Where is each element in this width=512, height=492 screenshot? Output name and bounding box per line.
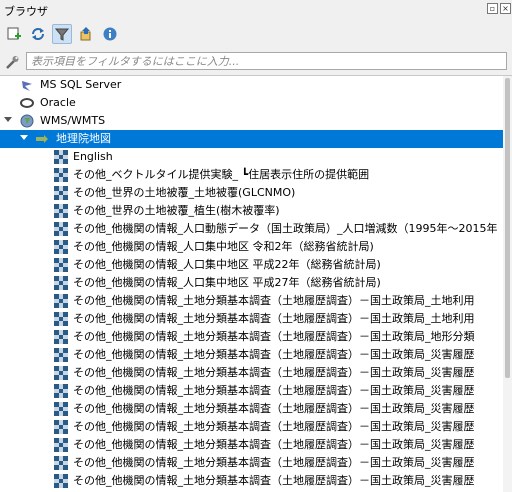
filter-row bbox=[0, 50, 512, 74]
properties-button[interactable] bbox=[100, 24, 120, 44]
funnel-icon bbox=[54, 28, 70, 41]
tree-layer-label: その他_世界の土地被覆_土地被覆(GLCNMO) bbox=[73, 186, 296, 199]
tree-layer-item[interactable]: その他_他機関の情報_土地分類基本調査（土地履歴調査）－国土政策局_地形分類 bbox=[0, 328, 503, 346]
tree-layer-label: その他_他機関の情報_土地分類基本調査（土地履歴調査）－国土政策局_土地利用 bbox=[73, 312, 475, 325]
tree-layer-item[interactable]: その他_他機関の情報_土地分類基本調査（土地履歴調査）－国土政策局_災害履歴 bbox=[0, 472, 503, 490]
tree-layer-label: その他_他機関の情報_人口集中地区 平成22年（総務省統計局) bbox=[73, 258, 381, 271]
tree-layer-item[interactable]: その他_他機関の情報_人口動態データ（国土政策局）_人口増減数（1995年〜20… bbox=[0, 220, 503, 238]
wms-layer-icon bbox=[54, 240, 68, 254]
wms-layer-icon bbox=[54, 384, 68, 398]
collapse-all-button[interactable] bbox=[76, 24, 96, 44]
tree-layer-label: その他_他機関の情報_人口動態データ（国土政策局）_人口増減数（1995年〜20… bbox=[73, 222, 498, 235]
tree-layer-item[interactable]: その他_他機関の情報_土地分類基本調査（土地履歴調査）－国土政策局_災害履歴 bbox=[0, 346, 503, 364]
tree-item-label: WMS/WMTS bbox=[40, 114, 106, 127]
tree-layer-item[interactable]: その他_ベクトルタイル提供実験_ ┗住居表示住所の提供範囲 bbox=[0, 166, 503, 184]
tree-layer-label: その他_他機関の情報_土地分類基本調査（土地履歴調査）－国土政策局_災害履歴 bbox=[73, 456, 475, 469]
tree-item-mssql[interactable]: MS SQL Server bbox=[0, 76, 503, 94]
tree-layer-label: その他_世界の土地被覆_植生(樹木被覆率) bbox=[73, 204, 280, 217]
scrollbar-thumb[interactable] bbox=[505, 78, 510, 378]
tree-layer-item[interactable]: その他_他機関の情報_土地分類基本調査（土地履歴調査）－国土政策局_土地利用 bbox=[0, 292, 503, 310]
wms-connection-icon bbox=[36, 135, 48, 143]
tree-layer-item[interactable]: その他_他機関の情報_人口集中地区 平成27年（総務省統計局) bbox=[0, 274, 503, 292]
tree-item-wms[interactable]: WMS/WMTS bbox=[0, 112, 503, 130]
expand-arrow-icon[interactable] bbox=[20, 135, 28, 140]
tree-layer-label: その他_他機関の情報_土地分類基本調査（土地履歴調査）－国土政策局_災害履歴 bbox=[73, 348, 475, 361]
tree-item-gsi-map[interactable]: 地理院地図 bbox=[0, 130, 503, 148]
wms-layer-icon bbox=[54, 186, 68, 200]
wms-layer-icon bbox=[54, 402, 68, 416]
tree-layer-label: その他_他機関の情報_土地分類基本調査（土地履歴調査）－国土政策局_土地利用 bbox=[73, 294, 475, 307]
float-panel-button[interactable]: ▫ bbox=[487, 3, 498, 14]
wms-globe-icon bbox=[20, 114, 34, 128]
tree-layer-label: その他_他機関の情報_人口集中地区 令和2年（総務省統計局) bbox=[73, 240, 374, 253]
wms-layer-icon bbox=[54, 456, 68, 470]
tree-item-label: Oracle bbox=[40, 96, 76, 109]
wms-layer-icon bbox=[54, 276, 68, 290]
wms-layer-icon bbox=[54, 474, 68, 488]
refresh-icon bbox=[32, 28, 44, 40]
info-icon bbox=[103, 27, 117, 41]
wrench-icon[interactable] bbox=[4, 54, 20, 70]
wms-layer-icon bbox=[54, 258, 68, 272]
tree-layer-item[interactable]: その他_他機関の情報_土地分類基本調査（土地履歴調査）－国土政策局_災害履歴 bbox=[0, 400, 503, 418]
tree-layer-label: その他_他機関の情報_土地分類基本調査（土地履歴調査）－国土政策局_災害履歴 bbox=[73, 384, 475, 397]
close-panel-button[interactable]: × bbox=[500, 3, 511, 14]
tree-item-oracle[interactable]: Oracle bbox=[0, 94, 503, 112]
tree-layer-item[interactable]: その他_他機関の情報_土地分類基本調査（土地履歴調査）－国土政策局_災害履歴 bbox=[0, 382, 503, 400]
tree-layer-item[interactable]: その他_他機関の情報_土地分類基本調査（土地履歴調査）－国土政策局_土地利用 bbox=[0, 310, 503, 328]
tree-layer-item[interactable]: その他_他機関の情報_人口集中地区 令和2年（総務省統計局) bbox=[0, 238, 503, 256]
vertical-scrollbar[interactable] bbox=[503, 76, 512, 492]
tree-layer-label: その他_他機関の情報_土地分類基本調査（土地履歴調査）－国土政策局_災害履歴 bbox=[73, 438, 475, 451]
tree-item-label: 地理院地図 bbox=[56, 132, 111, 145]
tree-layer-item[interactable]: その他_他機関の情報_土地分類基本調査（土地履歴調査）－国土政策局_災害履歴 bbox=[0, 418, 503, 436]
wms-layer-icon bbox=[54, 312, 68, 326]
browser-tree: MS SQL Server Oracle WMS/WMTS 地理院地図 Engl… bbox=[0, 75, 512, 492]
browser-filter-input[interactable] bbox=[26, 52, 507, 70]
wms-layer-icon bbox=[54, 330, 68, 344]
wms-layer-icon bbox=[54, 222, 68, 236]
mssql-icon bbox=[22, 81, 32, 91]
tree-layer-label: その他_他機関の情報_人口集中地区 平成27年（総務省統計局) bbox=[73, 276, 381, 289]
wms-layer-icon bbox=[54, 348, 68, 362]
wms-layer-icon bbox=[54, 150, 68, 164]
tree-layer-item[interactable]: その他_世界の土地被覆_土地被覆(GLCNMO) bbox=[0, 184, 503, 202]
expand-arrow-icon[interactable] bbox=[4, 117, 12, 122]
panel-title: ブラウザ bbox=[4, 5, 48, 18]
wms-layer-icon bbox=[54, 438, 68, 452]
add-layer-icon bbox=[7, 27, 21, 40]
wms-layer-icon bbox=[54, 294, 68, 308]
tree-layer-label: その他_他機関の情報_土地分類基本調査（土地履歴調査）－国土政策局_災害履歴 bbox=[73, 402, 475, 415]
tree-layer-label: その他_ベクトルタイル提供実験_ ┗住居表示住所の提供範囲 bbox=[73, 168, 370, 181]
tree-layer-label: その他_他機関の情報_土地分類基本調査（土地履歴調査）－国土政策局_災害履歴 bbox=[73, 366, 475, 379]
tree-layer-item[interactable]: その他_他機関の情報_人口集中地区 平成22年（総務省統計局) bbox=[0, 256, 503, 274]
panel-titlebar: ブラウザ ▫ × bbox=[0, 0, 512, 20]
tree-layer-label: その他_他機関の情報_土地分類基本調査（土地履歴調査）－国土政策局_災害履歴 bbox=[73, 474, 475, 487]
tree-layer-item[interactable]: その他_世界の土地被覆_植生(樹木被覆率) bbox=[0, 202, 503, 220]
tree-layer-item[interactable]: その他_他機関の情報_土地分類基本調査（土地履歴調査）－国土政策局_災害履歴 bbox=[0, 364, 503, 382]
tree-item-label: MS SQL Server bbox=[40, 78, 122, 91]
tree-layer-label: その他_他機関の情報_土地分類基本調査（土地履歴調査）－国土政策局_地形分類 bbox=[73, 330, 475, 343]
tree-layer-item[interactable]: その他_他機関の情報_土地分類基本調査（土地履歴調査）－国土政策局_災害履歴 bbox=[0, 454, 503, 472]
browser-toolbar bbox=[0, 22, 512, 46]
tree-layer-item[interactable]: その他_他機関の情報_土地分類基本調査（土地履歴調査）－国土政策局_災害履歴 bbox=[0, 436, 503, 454]
refresh-button[interactable] bbox=[28, 24, 48, 44]
wms-layer-icon bbox=[54, 168, 68, 182]
wms-layer-icon bbox=[54, 420, 68, 434]
collapse-tree-icon bbox=[80, 27, 91, 41]
wms-layer-icon bbox=[54, 204, 68, 218]
tree-layer-label: English bbox=[73, 150, 113, 163]
oracle-icon bbox=[20, 98, 34, 108]
wms-layer-icon bbox=[54, 366, 68, 380]
tree-layer-label: その他_他機関の情報_土地分類基本調査（土地履歴調査）－国土政策局_災害履歴 bbox=[73, 420, 475, 433]
tree-layer-item[interactable]: English bbox=[0, 148, 503, 166]
add-selected-layers-button[interactable] bbox=[4, 24, 24, 44]
filter-browser-button[interactable] bbox=[52, 24, 72, 44]
